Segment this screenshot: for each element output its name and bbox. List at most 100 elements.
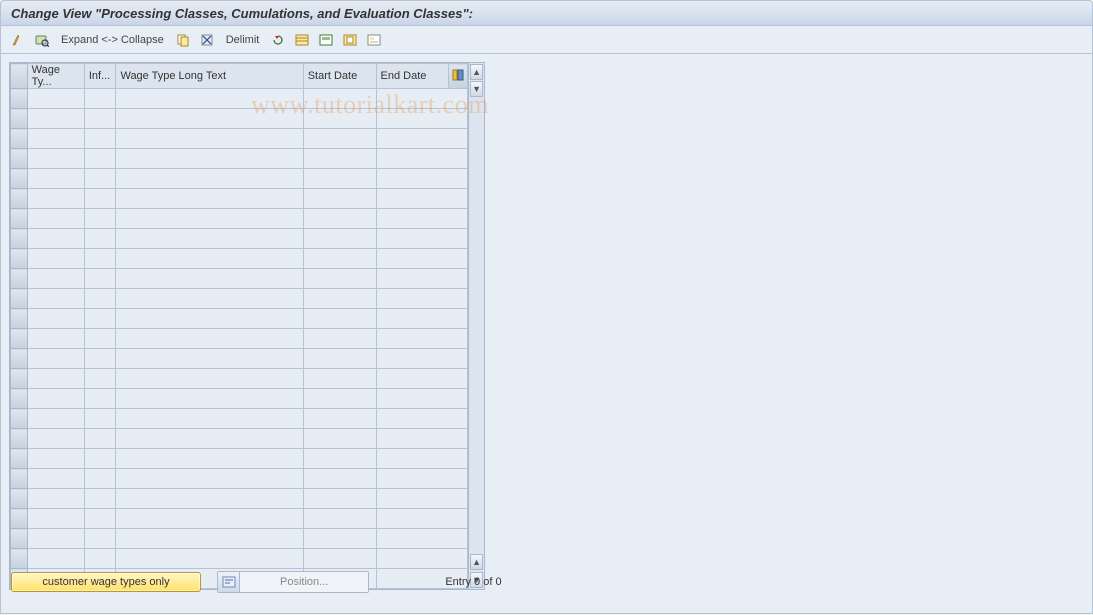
table-row[interactable] [11,429,468,449]
cell-long-text[interactable] [116,149,303,169]
scroll-up-arrow[interactable]: ▲ [470,64,483,80]
cell-inf[interactable] [84,269,116,289]
cell-wage-type[interactable] [27,189,84,209]
table-row[interactable] [11,449,468,469]
table-row[interactable] [11,149,468,169]
cell-long-text[interactable] [116,349,303,369]
delimit-button[interactable]: Delimit [222,34,264,46]
vertical-scrollbar[interactable]: ▲ ▼ ▲ ▼ [468,63,484,589]
cell-inf[interactable] [84,249,116,269]
cell-end-date[interactable] [376,349,468,369]
cell-inf[interactable] [84,409,116,429]
row-selector[interactable] [11,169,28,189]
row-selector[interactable] [11,409,28,429]
col-wage-type[interactable]: Wage Ty... [27,64,84,89]
cell-inf[interactable] [84,489,116,509]
cell-long-text[interactable] [116,489,303,509]
row-selector[interactable] [11,529,28,549]
cell-inf[interactable] [84,89,116,109]
row-selector[interactable] [11,209,28,229]
cell-start-date[interactable] [303,409,376,429]
cell-inf[interactable] [84,309,116,329]
cell-long-text[interactable] [116,209,303,229]
cell-start-date[interactable] [303,249,376,269]
cell-start-date[interactable] [303,389,376,409]
find-icon[interactable] [33,31,51,49]
cell-wage-type[interactable] [27,169,84,189]
row-selector[interactable] [11,509,28,529]
cell-start-date[interactable] [303,369,376,389]
cell-wage-type[interactable] [27,529,84,549]
undo-icon[interactable] [269,31,287,49]
cell-inf[interactable] [84,209,116,229]
position-icon[interactable] [218,572,240,592]
row-selector[interactable] [11,249,28,269]
cell-inf[interactable] [84,529,116,549]
cell-end-date[interactable] [376,489,468,509]
cell-end-date[interactable] [376,169,468,189]
table-row[interactable] [11,329,468,349]
delete-icon[interactable] [198,31,216,49]
cell-start-date[interactable] [303,169,376,189]
cell-start-date[interactable] [303,209,376,229]
cell-long-text[interactable] [116,249,303,269]
customer-wage-types-button[interactable]: customer wage types only [11,572,201,592]
row-selector[interactable] [11,129,28,149]
cell-end-date[interactable] [376,549,468,569]
cell-inf[interactable] [84,509,116,529]
row-selector[interactable] [11,229,28,249]
table-row[interactable] [11,289,468,309]
cell-end-date[interactable] [376,89,468,109]
scroll-track[interactable] [469,98,484,553]
cell-long-text[interactable] [116,309,303,329]
cell-long-text[interactable] [116,369,303,389]
row-selector[interactable] [11,289,28,309]
cell-inf[interactable] [84,109,116,129]
cell-wage-type[interactable] [27,209,84,229]
cell-wage-type[interactable] [27,509,84,529]
cell-inf[interactable] [84,229,116,249]
table-row[interactable] [11,309,468,329]
table-row[interactable] [11,529,468,549]
cell-start-date[interactable] [303,109,376,129]
row-selector[interactable] [11,549,28,569]
cell-long-text[interactable] [116,129,303,149]
table-row[interactable] [11,489,468,509]
cell-start-date[interactable] [303,529,376,549]
cell-start-date[interactable] [303,449,376,469]
cell-start-date[interactable] [303,509,376,529]
cell-end-date[interactable] [376,149,468,169]
cell-inf[interactable] [84,349,116,369]
cell-end-date[interactable] [376,229,468,249]
table-row[interactable] [11,549,468,569]
cell-start-date[interactable] [303,309,376,329]
row-selector[interactable] [11,89,28,109]
table-row[interactable] [11,269,468,289]
cell-wage-type[interactable] [27,249,84,269]
cell-wage-type[interactable] [27,329,84,349]
cell-start-date[interactable] [303,329,376,349]
cell-wage-type[interactable] [27,469,84,489]
cell-inf[interactable] [84,329,116,349]
cell-start-date[interactable] [303,549,376,569]
table-row[interactable] [11,249,468,269]
cell-wage-type[interactable] [27,109,84,129]
row-selector[interactable] [11,189,28,209]
cell-start-date[interactable] [303,89,376,109]
cell-wage-type[interactable] [27,289,84,309]
row-selector[interactable] [11,149,28,169]
cell-long-text[interactable] [116,529,303,549]
col-inf[interactable]: Inf... [84,64,116,89]
cell-long-text[interactable] [116,329,303,349]
cell-wage-type[interactable] [27,409,84,429]
position-label[interactable]: Position... [240,572,368,592]
cell-wage-type[interactable] [27,449,84,469]
cell-start-date[interactable] [303,469,376,489]
row-selector[interactable] [11,349,28,369]
cell-wage-type[interactable] [27,389,84,409]
cell-long-text[interactable] [116,469,303,489]
cell-long-text[interactable] [116,229,303,249]
col-start-date[interactable]: Start Date [303,64,376,89]
cell-end-date[interactable] [376,189,468,209]
cell-long-text[interactable] [116,109,303,129]
